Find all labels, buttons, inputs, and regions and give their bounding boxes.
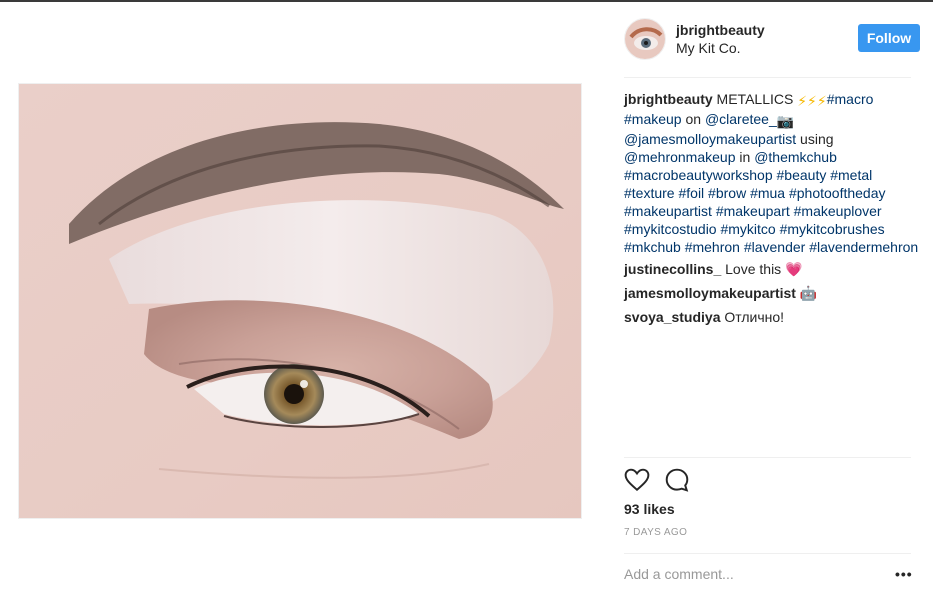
follow-button[interactable]: Follow (858, 24, 920, 52)
caption: jbrightbeauty METALLICS ⚡⚡⚡#macro #makeu… (624, 90, 920, 256)
likes-count[interactable]: 93 likes (624, 501, 675, 517)
add-comment-input[interactable] (624, 564, 874, 584)
post-date[interactable]: 7 DAYS AGO (624, 527, 687, 538)
post-details-panel: jbrightbeauty My Kit Co. Follow jbrightb… (608, 0, 933, 599)
comment-username-link[interactable]: justinecollins_ (624, 261, 721, 277)
caption-text: METALLICS (712, 91, 798, 107)
comment-item: jamesmolloymakeupartist 🤖 (624, 284, 920, 302)
caption-text: in (735, 149, 755, 165)
divider (624, 77, 911, 78)
comment-text: 🤖 (795, 285, 818, 301)
avatar[interactable] (624, 18, 666, 60)
eye-makeup-image (19, 84, 581, 518)
caption-text: on (681, 111, 705, 127)
comment-item: svoya_studiya Отлично! (624, 308, 920, 326)
post-header: jbrightbeauty My Kit Co. Follow (624, 18, 920, 62)
camera-icon: 📷 (776, 113, 795, 129)
username-link[interactable]: jbrightbeauty (676, 22, 765, 38)
heart-icon[interactable] (624, 467, 650, 493)
divider (624, 457, 911, 458)
comment-text: Love this 💗 (721, 261, 803, 277)
lightning-icon: ⚡⚡⚡ (797, 93, 827, 109)
mention-link[interactable]: @mehronmakeup (624, 149, 736, 165)
divider (624, 553, 911, 554)
comment-username-link[interactable]: svoya_studiya (624, 309, 721, 325)
mention-link[interactable]: @claretee_ (705, 111, 777, 127)
comment-username-link[interactable]: jamesmolloymakeupartist (624, 285, 796, 301)
location-link[interactable]: My Kit Co. (676, 40, 741, 56)
caption-text: using (796, 131, 834, 147)
comment-item: justinecollins_ Love this 💗 (624, 260, 920, 278)
post-photo[interactable] (18, 83, 582, 519)
speech-bubble-icon[interactable] (664, 467, 690, 493)
avatar-image (625, 19, 665, 59)
caption-username-link[interactable]: jbrightbeauty (624, 91, 713, 107)
ellipsis-icon[interactable]: ••• (895, 566, 913, 582)
comments-list: jbrightbeauty METALLICS ⚡⚡⚡#macro #makeu… (624, 90, 920, 332)
mention-link[interactable]: @jamesmolloymakeupartist (624, 131, 796, 147)
comment-text: Отлично! (720, 309, 785, 325)
